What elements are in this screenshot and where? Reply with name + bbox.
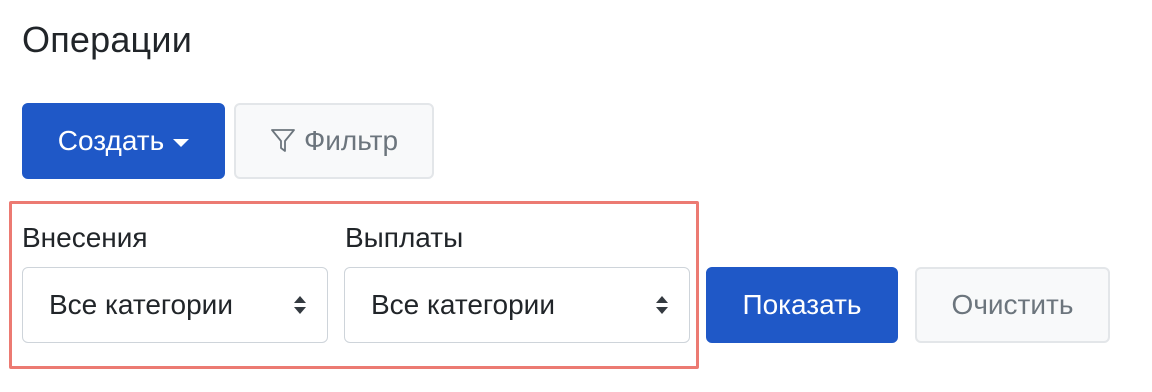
show-button-label: Показать bbox=[742, 289, 862, 320]
expenses-category-label: Выплаты bbox=[345, 222, 464, 253]
income-category-selected: Все категории bbox=[49, 289, 233, 320]
filter-button[interactable]: Фильтр bbox=[234, 103, 434, 179]
income-category-select[interactable]: Все категории bbox=[22, 267, 328, 343]
clear-button[interactable]: Очистить bbox=[915, 267, 1110, 343]
create-button-label: Создать bbox=[57, 125, 165, 156]
filter-button-label: Фильтр bbox=[303, 125, 399, 156]
select-arrows-icon bbox=[294, 296, 306, 314]
select-arrows-icon bbox=[656, 296, 668, 314]
caret-down-icon bbox=[173, 139, 190, 147]
clear-button-label: Очистить bbox=[951, 289, 1074, 320]
show-button[interactable]: Показать bbox=[706, 267, 898, 343]
income-category-label: Внесения bbox=[22, 222, 148, 253]
create-dropdown-button[interactable]: Создать bbox=[22, 103, 225, 179]
expenses-category-selected: Все категории bbox=[371, 289, 555, 320]
operations-page: Операции Создать Фильтр Внесения Выплаты… bbox=[0, 0, 1152, 392]
expenses-category-select[interactable]: Все категории bbox=[344, 267, 690, 343]
funnel-icon bbox=[271, 129, 295, 152]
page-title: Операции bbox=[22, 19, 192, 60]
